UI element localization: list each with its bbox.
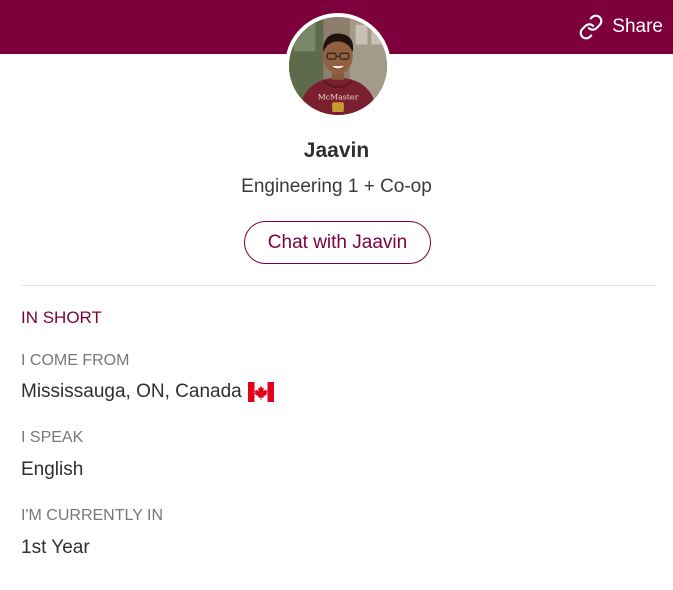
come-from-text: Mississauga, ON, Canada xyxy=(21,381,242,402)
program-name: Engineering 1 + Co-op xyxy=(241,176,432,197)
canada-flag-icon xyxy=(247,382,274,402)
speak-value: English xyxy=(21,459,84,480)
chat-button[interactable]: Chat with Jaavin xyxy=(244,221,431,264)
ambassador-profile: Share McMaster Jaavin Engineering 1 + Co… xyxy=(0,0,673,590)
section-title-in-short: IN SHORT xyxy=(21,308,102,327)
come-from-value: Mississauga, ON, Canada xyxy=(21,381,274,403)
currently-in-label: I'M CURRENTLY IN xyxy=(21,507,164,524)
svg-text:McMaster: McMaster xyxy=(318,92,359,101)
speak-label: I SPEAK xyxy=(21,429,84,446)
currently-in-value: 1st Year xyxy=(21,537,90,558)
ambassador-name: Jaavin xyxy=(303,139,370,162)
link-icon xyxy=(578,14,604,40)
come-from-label: I COME FROM xyxy=(21,352,130,369)
share-label: Share xyxy=(612,16,663,37)
avatar: McMaster xyxy=(285,13,391,119)
chat-button-label: Chat with Jaavin xyxy=(267,231,408,253)
share-button[interactable]: Share xyxy=(578,11,663,43)
divider xyxy=(21,285,656,286)
